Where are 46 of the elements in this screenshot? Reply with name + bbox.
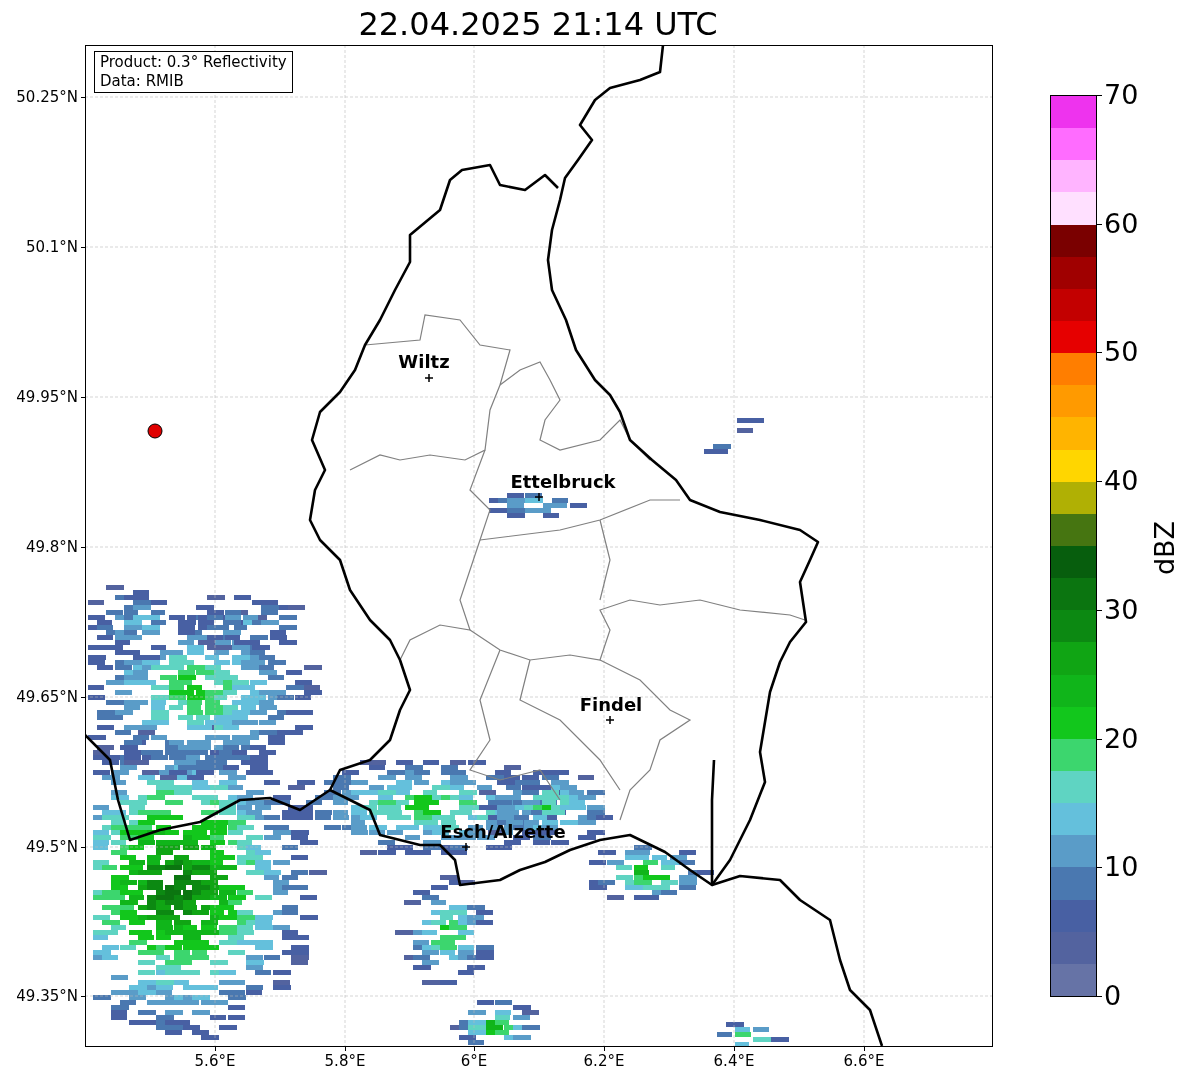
latitude-label: 49.8°N: [24, 538, 78, 556]
tick-mark: [81, 97, 85, 98]
tick-mark: [81, 397, 85, 398]
radar-site-icon: [147, 423, 163, 439]
longitude-label: 6.2°E: [583, 1052, 625, 1070]
colorbar-label: dBZ: [1150, 520, 1181, 576]
city-label: Ettelbruck: [510, 472, 616, 492]
tick-mark: [81, 996, 85, 997]
longitude-label: 5.8°E: [324, 1052, 366, 1070]
latitude-label: 50.1°N: [24, 238, 78, 256]
colorbar-tick-label: 50: [1104, 337, 1139, 368]
city-marker-icon: [424, 373, 434, 383]
colorbar-tick-label: 20: [1104, 723, 1139, 754]
chart-title: 22.04.2025 21:14 UTC: [357, 4, 719, 44]
longitude-label: 6.6°E: [843, 1052, 885, 1070]
tick-mark: [81, 547, 85, 548]
legend-text: Product: 0.3° Reflectivity: [100, 53, 287, 72]
colorbar-tick-label: 30: [1104, 594, 1139, 625]
tick-mark: [81, 847, 85, 848]
legend-text: Data: RMIB: [100, 72, 185, 91]
colorbar-tick-label: 70: [1104, 80, 1139, 110]
latitude-label: 49.95°N: [15, 388, 78, 406]
longitude-label: 5.6°E: [194, 1052, 236, 1070]
latitude-label: 50.25°N: [15, 88, 78, 106]
tick-mark: [864, 1047, 865, 1051]
city-marker-icon: [461, 842, 471, 852]
colorbar-tick-label: 10: [1104, 852, 1139, 883]
tick-mark: [604, 1047, 605, 1051]
tick-mark: [81, 247, 85, 248]
city-marker-icon: [605, 715, 615, 725]
colorbar-tick-label: 60: [1104, 208, 1139, 239]
tick-mark: [215, 1047, 216, 1051]
tick-mark: [345, 1047, 346, 1051]
tick-mark: [81, 697, 85, 698]
latitude-label: 49.35°N: [15, 987, 78, 1005]
latitude-label: 49.5°N: [24, 838, 78, 856]
longitude-label: 6.4°E: [713, 1052, 755, 1070]
city-label: Wiltz: [398, 352, 450, 372]
latitude-label: 49.65°N: [15, 688, 78, 706]
tick-mark: [474, 1047, 475, 1051]
colorbar-tick-label: 40: [1104, 466, 1139, 497]
city-marker-icon: [534, 492, 544, 502]
city-label: Findel: [579, 695, 643, 715]
tick-mark: [734, 1047, 735, 1051]
longitude-label: 6°E: [460, 1052, 488, 1070]
colorbar-tick-label: 0: [1104, 981, 1122, 1011]
